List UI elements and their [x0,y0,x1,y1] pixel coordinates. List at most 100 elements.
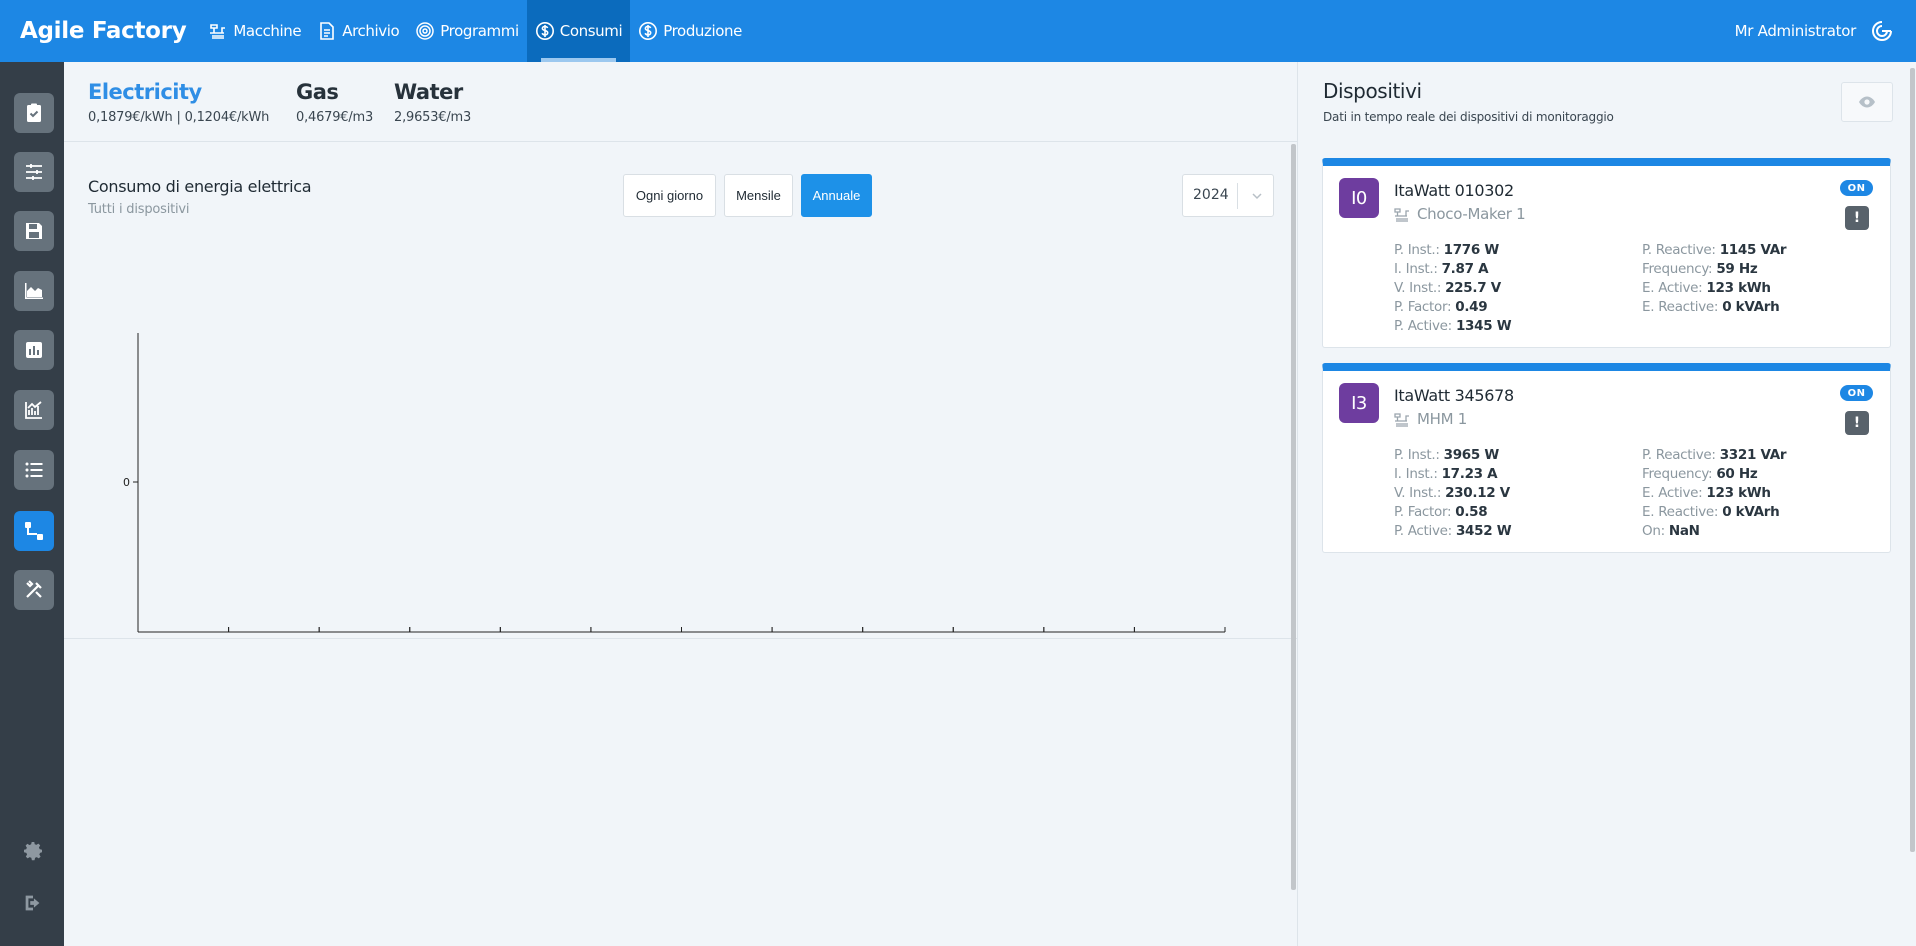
machine-name: MHM 1 [1417,410,1467,428]
metric-p-factor: P. Factor: 0.49 [1394,299,1488,315]
machine-icon [1394,207,1409,222]
y-tick-label: 0 [123,476,130,489]
tariff-price: 0,1879€/kWh | 0,1204€/kWh [88,110,270,125]
nav-produzione[interactable]: Produzione [630,0,750,62]
user-menu-icon[interactable] [1870,19,1894,43]
metric-e-active: E. Active: 123 kWh [1642,485,1771,501]
dollar-icon [535,22,554,40]
flow-icon [25,522,43,540]
tariff-name: Water [394,80,463,104]
nav-label: Archivio [342,22,400,40]
archive-icon [320,22,335,40]
bar-chart-icon [26,342,42,358]
metric-p-inst: P. Inst.: 3965 W [1394,447,1499,463]
sidebar [0,62,64,946]
gear-icon [24,842,42,861]
metric-p-active: P. Active: 3452 W [1394,523,1512,539]
sidebar-item-line-chart[interactable] [14,390,54,430]
dollar-icon [639,22,658,40]
device-metrics-right: P. Reactive: 3321 VAr Frequency: 60 Hz E… [1642,446,1787,541]
status-badge: ON [1840,385,1873,401]
sidebar-item-settings[interactable] [20,838,46,864]
nav-label: Produzione [663,22,742,40]
devices-subtitle: Dati in tempo reale dei dispositivi di m… [1323,110,1614,124]
tariff-name: Gas [296,80,339,104]
eye-icon [1859,96,1875,108]
toggle-visibility-button[interactable] [1841,82,1893,122]
metric-p-factor: P. Factor: 0.58 [1394,504,1488,520]
alert-icon[interactable]: ! [1845,411,1869,435]
sidebar-item-bar-chart[interactable] [14,330,54,370]
user-name[interactable]: Mr Administrator [1735,0,1857,62]
app-title[interactable]: Agile Factory [20,18,187,44]
machine-icon [1394,412,1409,427]
nav-consumi[interactable]: Consumi [526,0,631,62]
sidebar-item-logout[interactable] [20,890,46,916]
sidebar-item-tasks[interactable] [14,93,54,133]
metric-frequency: Frequency: 59 Hz [1642,261,1758,277]
devices-scrollbar[interactable] [1910,68,1915,852]
device-name: ItaWatt 010302 [1394,181,1514,200]
tools-icon [26,580,42,598]
tariff-electricity[interactable]: Electricity 0,1879€/kWh | 0,1204€/kWh [88,80,269,125]
metric-on: On: NaN [1642,523,1700,539]
device-name: ItaWatt 345678 [1394,386,1514,405]
device-machine: MHM 1 [1394,410,1467,428]
metric-p-inst: P. Inst.: 1776 W [1394,242,1499,258]
metric-e-reactive: E. Reactive: 0 kVArh [1642,504,1780,520]
device-metrics-left: P. Inst.: 3965 W I. Inst.: 17.23 A V. In… [1394,446,1512,541]
nav-archivio[interactable]: Archivio [309,0,407,62]
device-card[interactable]: I3 ItaWatt 345678 MHM 1 ON ! P. Inst.: 3… [1322,363,1891,553]
tariff-price: 0,4679€/m3 [296,110,374,125]
area-chart-icon [25,283,43,299]
status-badge: ON [1840,180,1873,196]
sidebar-item-save[interactable] [14,211,54,251]
main-scrollbar[interactable] [1291,144,1296,890]
sidebar-item-balance[interactable] [14,152,54,192]
metric-p-active: P. Active: 1345 W [1394,318,1512,334]
list-icon [25,462,43,478]
sidebar-item-tools[interactable] [14,570,54,610]
save-icon [26,223,42,239]
metric-frequency: Frequency: 60 Hz [1642,466,1758,482]
device-metrics-left: P. Inst.: 1776 W I. Inst.: 7.87 A V. Ins… [1394,241,1512,336]
tariff-gas[interactable]: Gas 0,4679€/m3 [296,80,373,125]
sidebar-item-flow[interactable] [14,511,54,551]
machine-icon [210,24,226,39]
device-metrics-right: P. Reactive: 1145 VAr Frequency: 59 Hz E… [1642,241,1787,317]
tariff-name: Electricity [88,80,202,104]
balance-icon [26,164,42,180]
nav-label: Consumi [559,22,623,40]
devices-title: Dispositivi [1323,79,1422,103]
metric-e-reactive: E. Reactive: 0 kVArh [1642,299,1780,315]
sidebar-item-area-chart[interactable] [14,271,54,311]
devices-panel: Dispositivi Dati in tempo reale dei disp… [1297,62,1916,946]
main-content: Electricity 0,1879€/kWh | 0,1204€/kWh Ga… [64,62,1297,946]
programs-icon [416,22,435,40]
logout-icon [25,895,40,911]
consumption-chart: 0123456789101112 [123,333,1226,633]
tariff-price: 2,9653€/m3 [394,110,472,125]
device-avatar: I0 [1339,178,1379,218]
main-nav: Macchine Archivio Programmi Consumi Prod… [200,0,750,62]
line-chart-icon [25,401,42,419]
metric-v-inst: V. Inst.: 225.7 V [1394,280,1501,296]
tariff-bar: Electricity 0,1879€/kWh | 0,1204€/kWh Ga… [64,62,1297,142]
alert-icon[interactable]: ! [1845,206,1869,230]
metric-i-inst: I. Inst.: 7.87 A [1394,261,1489,277]
consumption-panel: Consumo di energia elettrica Tutti i dis… [64,143,1297,639]
sidebar-item-list[interactable] [14,450,54,490]
metric-v-inst: V. Inst.: 230.12 V [1394,485,1510,501]
clipboard-check-icon [27,103,41,122]
metric-p-reactive: P. Reactive: 1145 VAr [1642,242,1787,258]
device-card[interactable]: I0 ItaWatt 010302 Choco-Maker 1 ON ! P. … [1322,158,1891,348]
device-avatar: I3 [1339,383,1379,423]
nav-label: Programmi [440,22,519,40]
tariff-water[interactable]: Water 2,9653€/m3 [394,80,471,125]
device-machine: Choco-Maker 1 [1394,205,1526,223]
metric-i-inst: I. Inst.: 17.23 A [1394,466,1498,482]
nav-macchine[interactable]: Macchine [200,0,309,62]
nav-programmi[interactable]: Programmi [407,0,526,62]
metric-e-active: E. Active: 123 kWh [1642,280,1771,296]
top-bar: Agile Factory Macchine Archivio Programm… [0,0,1916,62]
